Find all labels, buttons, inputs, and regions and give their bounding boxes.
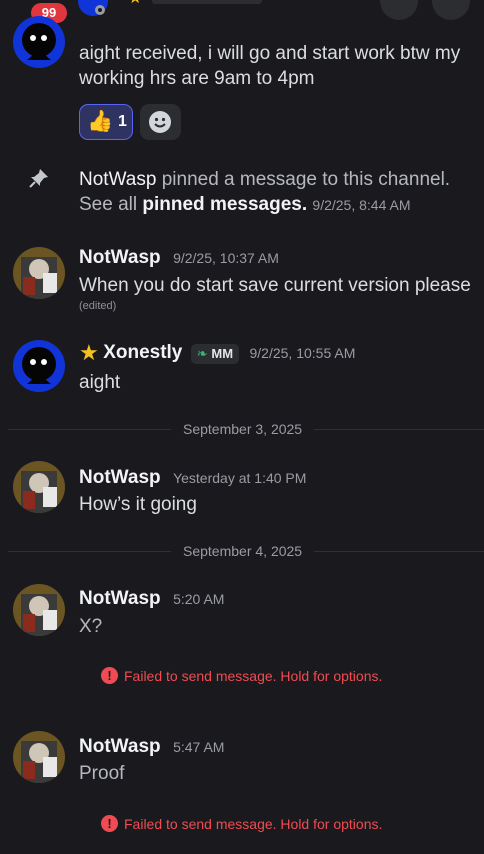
pin-author[interactable]: NotWasp: [79, 169, 156, 190]
avatar-notwasp[interactable]: [13, 731, 65, 783]
message-header: NotWasp 9/2/25, 10:37 AM: [79, 247, 279, 269]
date-divider-label: September 4, 2025: [171, 543, 315, 559]
error-icon: !: [101, 667, 118, 684]
threads-button[interactable]: [432, 0, 470, 20]
failed-to-send-notice[interactable]: Failed to send message. Hold for options…: [124, 816, 382, 832]
author-name[interactable]: NotWasp: [79, 588, 161, 609]
leaf-icon: ❧: [196, 346, 208, 361]
pin-action: pinned a message to this channel.: [161, 169, 451, 190]
top-bar: 99 ★: [0, 0, 484, 23]
pin-icon: [28, 167, 50, 194]
timestamp: 5:20 AM: [173, 591, 225, 607]
reaction-count: 1: [118, 113, 127, 130]
timestamp: 9/2/25, 10:37 AM: [173, 250, 279, 266]
edited-label: (edited): [79, 300, 117, 312]
thumbs-up-icon: 👍: [87, 110, 114, 133]
author-name[interactable]: NotWasp: [79, 247, 161, 268]
timestamp: 9/2/25, 10:55 AM: [249, 345, 356, 361]
timestamp: 5:47 AM: [173, 739, 225, 755]
pin-timestamp: 9/2/25, 8:44 AM: [312, 197, 411, 213]
author-name[interactable]: Xonestly: [103, 342, 182, 363]
pin-system-message: NotWasp pinned a message to this channel…: [79, 167, 475, 218]
avatar-xonestly[interactable]: [13, 16, 65, 68]
call-button[interactable]: [380, 0, 418, 20]
message-text: Proof: [79, 763, 125, 784]
star-icon: ★: [79, 340, 99, 365]
star-icon: ★: [128, 0, 142, 8]
role-tag: ❧ MM: [190, 344, 240, 364]
add-reaction-button[interactable]: [140, 104, 181, 140]
message-header: NotWasp Yesterday at 1:40 PM: [79, 467, 306, 489]
message-text: aight: [79, 372, 121, 393]
message-header: ★ Xonestly ❧ MM 9/2/25, 10:55 AM: [79, 340, 355, 366]
failed-to-send-notice[interactable]: Failed to send message. Hold for options…: [124, 668, 382, 684]
error-icon: !: [101, 815, 118, 832]
message-text: X?: [79, 616, 103, 637]
pinned-messages-link[interactable]: pinned messages.: [142, 194, 307, 215]
author-name[interactable]: NotWasp: [79, 736, 161, 757]
message-text: When you do start save current version p…: [79, 275, 471, 296]
author-name[interactable]: NotWasp: [79, 467, 161, 488]
smile-icon: [149, 111, 171, 133]
date-divider-label: September 3, 2025: [171, 421, 315, 437]
channel-title-cutoff[interactable]: [152, 0, 262, 4]
pin-see-all: See all: [79, 194, 138, 215]
message-header: NotWasp 5:20 AM: [79, 588, 224, 610]
avatar-xonestly[interactable]: [13, 340, 65, 392]
avatar-notwasp[interactable]: [13, 247, 65, 299]
message-header: NotWasp 5:47 AM: [79, 736, 224, 758]
message-text: aight received, i will go and start work…: [79, 43, 461, 89]
role-tag-label: MM: [211, 346, 234, 361]
status-icon: [95, 5, 105, 15]
avatar-notwasp[interactable]: [13, 584, 65, 636]
message-text: How’s it going: [79, 494, 197, 515]
timestamp: Yesterday at 1:40 PM: [173, 470, 307, 486]
avatar-notwasp[interactable]: [13, 461, 65, 513]
reaction-thumbs-up[interactable]: 👍 1: [79, 104, 133, 140]
